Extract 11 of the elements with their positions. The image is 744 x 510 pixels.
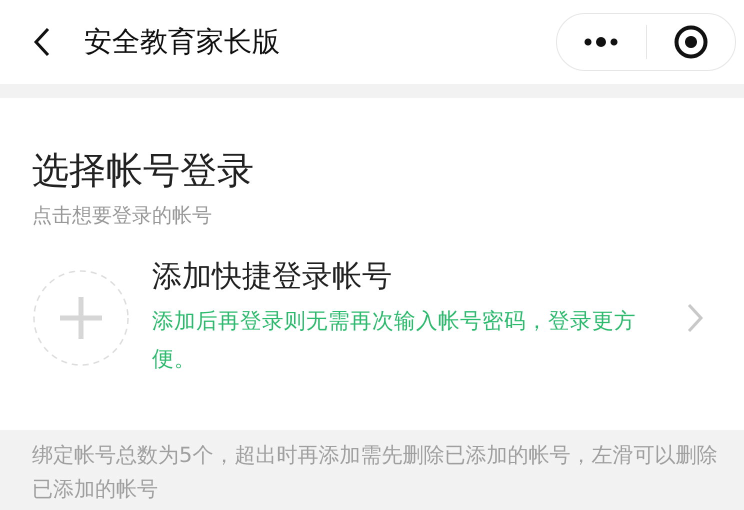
page-title: 安全教育家长版 <box>84 24 281 60</box>
section-heading: 选择帐号登录 <box>32 148 255 194</box>
add-account-title: 添加快捷登录帐号 <box>152 258 393 296</box>
add-account-item[interactable]: 添加快捷登录帐号 添加后再登录则无需再次输入帐号密码，登录更方便。 <box>32 257 714 379</box>
add-account-description: 添加后再登录则无需再次输入帐号密码，登录更方便。 <box>152 308 637 374</box>
footer-note: 绑定帐号总数为5个，超出时再添加需先删除已添加的帐号，左滑可以删除已添加的帐号 <box>32 442 718 503</box>
chevron-icon <box>686 302 704 334</box>
back-icon <box>32 26 52 58</box>
section-hint: 点击想要登录的帐号 <box>32 202 213 229</box>
target-icon <box>672 24 709 60</box>
add-icon <box>32 269 130 367</box>
